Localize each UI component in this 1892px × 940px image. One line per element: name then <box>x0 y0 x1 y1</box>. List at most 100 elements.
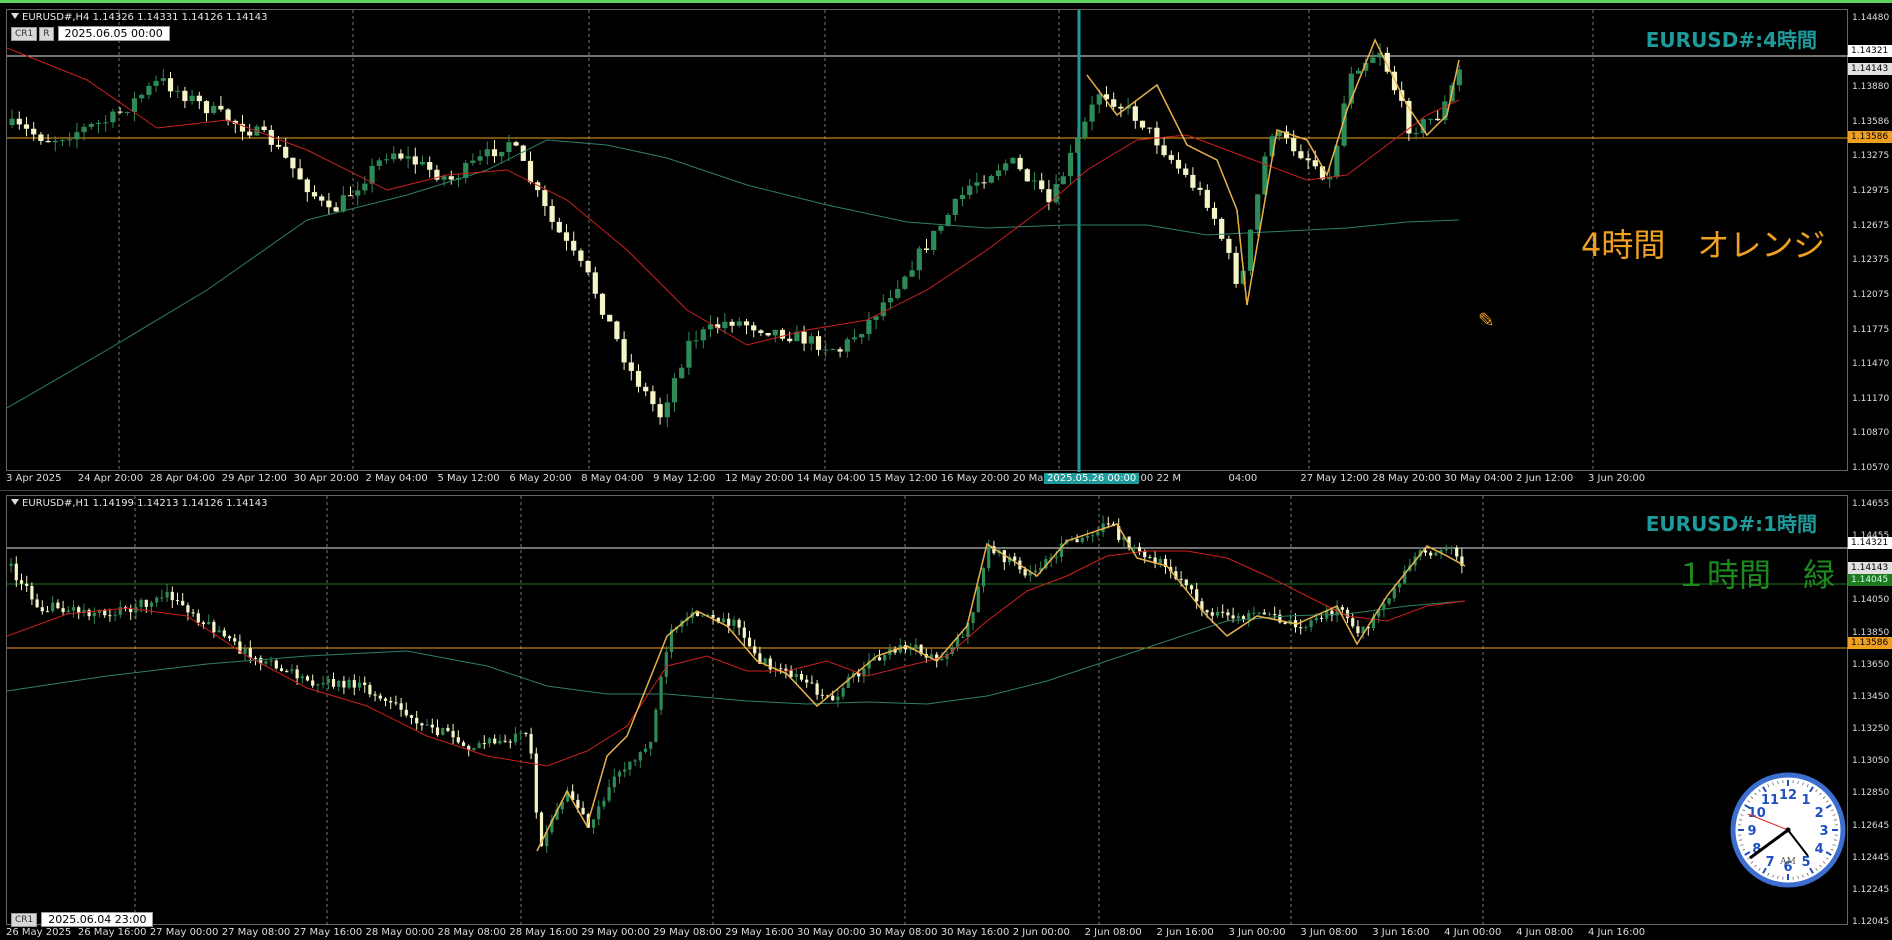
candle-body <box>1089 104 1095 122</box>
candle-body <box>66 610 70 613</box>
cursor-date-box[interactable]: 2025.06.05 00:00 <box>57 26 170 41</box>
candle-body <box>524 732 528 735</box>
candle-body <box>1085 536 1090 538</box>
time-tick: 4 Jun 16:00 <box>1588 927 1646 938</box>
clock-number: 5 <box>1801 855 1810 870</box>
candle-body <box>556 221 562 233</box>
time-axis-h4[interactable]: 3 Apr 2025 24 Apr 20:00 28 Apr 04:00 29 Apr… <box>6 473 1848 487</box>
candle-body <box>737 619 741 628</box>
dropdown-triangle-icon[interactable] <box>11 13 19 19</box>
candle-body <box>451 730 455 738</box>
candle-body <box>607 314 613 322</box>
candle-body <box>974 182 980 186</box>
candle-body <box>203 101 210 114</box>
candle-body <box>369 165 375 184</box>
price-tick: 1.10570 <box>1852 463 1890 473</box>
candle-body <box>686 340 692 368</box>
candle-body <box>784 668 788 671</box>
cr1-button[interactable]: CR1 <box>11 26 38 41</box>
candle-body <box>477 743 481 748</box>
time-tick: 3 Apr 2025 <box>6 473 62 484</box>
candle-body <box>1003 163 1009 171</box>
candle-body <box>274 660 278 669</box>
candle-body <box>823 349 829 351</box>
dropdown-triangle-icon[interactable] <box>11 499 19 505</box>
candle-body <box>765 332 771 336</box>
candle-body <box>1340 607 1344 610</box>
candle-body <box>420 723 424 726</box>
moving-average-short <box>7 550 1466 767</box>
clock-number: 4 <box>1815 842 1824 857</box>
candle-body <box>1106 523 1110 525</box>
chart-pane-h1[interactable]: EURUSD#,H1 1.14199 1.14213 1.14126 1.141… <box>0 490 1892 940</box>
candle-body <box>430 724 434 728</box>
cursor-date-box[interactable]: 2025.06.04 23:00 <box>41 912 154 927</box>
candle-body <box>1195 589 1199 602</box>
price-chart-h4[interactable] <box>7 10 1849 472</box>
time-tick: 14 May 04:00 <box>797 473 866 484</box>
candle-body <box>1291 138 1297 152</box>
price-tick: 1.13450 <box>1852 691 1890 702</box>
price-axis-h4[interactable]: 1.14480 1.14143 1.13880 1.13586 1.13275 1.129… <box>1848 9 1892 473</box>
plot-area-h4[interactable]: EURUSD#,H4 1.14326 1.14331 1.14126 1.141… <box>6 9 1849 472</box>
candle-body <box>1067 152 1074 177</box>
candle-body <box>477 156 483 161</box>
candle-body <box>441 176 447 180</box>
candle-body <box>170 591 174 601</box>
candle-body <box>368 685 372 695</box>
candle-body <box>549 206 555 222</box>
r-button[interactable]: R <box>39 26 54 41</box>
candle-body <box>14 563 18 581</box>
candle-body <box>799 673 804 680</box>
time-tick: 30 May 08:00 <box>868 927 938 938</box>
candle-body <box>1449 548 1454 550</box>
candle-body <box>427 161 433 170</box>
candle-body <box>617 771 622 777</box>
candle-body <box>1053 184 1059 203</box>
price-axis-h1[interactable]: 1.146551.144551.142551.140501.138501.136… <box>1848 495 1892 927</box>
cursor-time-label: 2025.05.26 00:00 <box>1044 473 1140 484</box>
candle-body <box>419 161 426 165</box>
candle-body <box>628 362 634 371</box>
candle-body <box>1456 69 1462 86</box>
price-tick: 1.12075 <box>1852 289 1890 300</box>
candle-body <box>1168 155 1174 160</box>
candle-body <box>383 698 388 701</box>
candle-body <box>165 591 169 598</box>
candle-body <box>529 734 533 754</box>
zigzag-white <box>536 523 1466 852</box>
candle-body <box>727 618 731 626</box>
candle-body <box>61 608 65 613</box>
time-tick: 28 Apr 04:00 <box>149 473 216 484</box>
candle-body <box>1132 546 1136 548</box>
chart-pane-h4[interactable]: EURUSD#,H4 1.14326 1.14331 1.14126 1.141… <box>0 0 1892 488</box>
note-h4-orange: 4時間 オレンジ <box>1581 226 1826 264</box>
candle-body <box>261 126 267 131</box>
candle-body <box>189 95 195 102</box>
time-axis-h1[interactable]: 26 May 2025 26 May 16:00 27 May 00:00 27 Ma… <box>6 927 1848 940</box>
candle-body <box>808 336 814 344</box>
price-chart-h1[interactable] <box>7 496 1849 926</box>
candle-body <box>931 230 937 250</box>
price-tick: 1.11470 <box>1852 359 1890 370</box>
candle-body <box>71 607 76 611</box>
candle-body <box>836 696 840 701</box>
clock-number: 1 <box>1801 793 1810 808</box>
candle-body <box>1312 160 1318 167</box>
candle-body <box>815 336 822 350</box>
candle-body <box>1137 546 1142 552</box>
plot-area-h1[interactable]: EURUSD#,H1 1.14199 1.14213 1.14126 1.141… <box>6 495 1849 927</box>
candle-body <box>887 297 894 303</box>
candle-body <box>635 370 642 387</box>
candle-body <box>1017 157 1023 170</box>
price-tick: 1.12045 <box>1852 917 1890 927</box>
candle-body <box>650 391 656 405</box>
candle-body <box>779 668 783 670</box>
candle-body <box>1082 121 1088 138</box>
candle-body <box>940 658 944 661</box>
candle-body <box>508 741 512 743</box>
cr1-button[interactable]: CR1 <box>11 912 38 927</box>
time-tick: 2 Jun 16:00 <box>1156 927 1214 938</box>
candle-body <box>859 334 865 338</box>
candle-body <box>498 740 502 744</box>
